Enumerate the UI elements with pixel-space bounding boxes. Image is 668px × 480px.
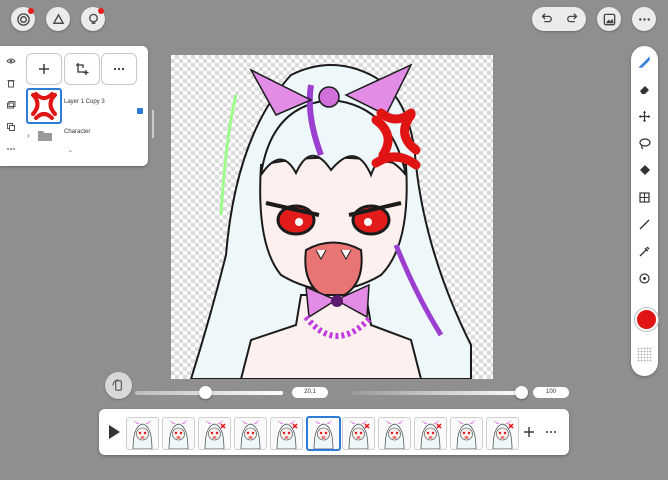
- lightbulb-icon: [88, 13, 98, 24]
- timeline-frame[interactable]: [306, 416, 341, 451]
- move-icon[interactable]: [636, 108, 653, 125]
- trash-icon[interactable]: [4, 76, 18, 90]
- plus-icon: [39, 64, 49, 74]
- add-layer-button[interactable]: [26, 53, 62, 85]
- play-icon[interactable]: [107, 424, 121, 440]
- add-group-button[interactable]: [64, 53, 100, 85]
- brush-size-value: 20.1: [292, 387, 328, 398]
- timeline-frame[interactable]: [126, 417, 159, 450]
- timeline-frame[interactable]: [270, 417, 303, 450]
- panel-scrollbar[interactable]: [152, 110, 154, 138]
- notification-dot: [28, 8, 34, 14]
- timeline-frame[interactable]: [162, 417, 195, 450]
- folder-icon: [38, 131, 52, 141]
- texture-icon[interactable]: [637, 347, 652, 362]
- timeline-frame[interactable]: [486, 417, 519, 450]
- more-icon[interactable]: [545, 429, 557, 435]
- layers-icon[interactable]: [4, 98, 18, 112]
- layer-name[interactable]: Layer 1 Copy 3: [64, 99, 105, 105]
- swirl-icon: [16, 12, 30, 26]
- layer-panel: Layer 1 Copy 3 › Character ⌃: [0, 46, 154, 166]
- plus-icon[interactable]: [523, 426, 535, 438]
- character-artwork: [189, 63, 472, 379]
- brush-size-knob[interactable]: [199, 386, 212, 399]
- timeline-frame[interactable]: [234, 417, 267, 450]
- more-icon: [638, 17, 650, 21]
- undo-icon[interactable]: [539, 12, 553, 26]
- timeline-frame[interactable]: [198, 417, 231, 450]
- crop-plus-icon: [76, 63, 89, 75]
- rotate-icon: [112, 379, 122, 391]
- timeline-frame[interactable]: [342, 417, 375, 450]
- undo-redo-group: [532, 7, 586, 31]
- anger-mark-thumbnail: [31, 92, 57, 120]
- image-icon: [603, 13, 615, 25]
- chevron-right-icon[interactable]: ›: [27, 131, 30, 140]
- lasso-icon[interactable]: [636, 135, 653, 152]
- timeline-frame[interactable]: [378, 417, 411, 450]
- actions-button[interactable]: [46, 7, 70, 31]
- eyedropper-icon[interactable]: [636, 243, 653, 260]
- opacity-value: 100: [533, 387, 569, 398]
- eraser-icon[interactable]: [636, 81, 653, 98]
- stamp-icon[interactable]: [636, 270, 653, 287]
- chevron-up-icon[interactable]: ⌃: [67, 149, 74, 158]
- color-swatch[interactable]: [635, 308, 658, 331]
- more-menu-button[interactable]: [632, 7, 656, 31]
- visibility-checkbox[interactable]: [137, 108, 143, 114]
- eye-icon[interactable]: [4, 54, 18, 68]
- tool-bar: [631, 46, 658, 376]
- timeline-frame[interactable]: [414, 417, 447, 450]
- wrench-icon: [52, 12, 64, 24]
- layer-more-button[interactable]: [101, 53, 137, 85]
- drawing-canvas[interactable]: [171, 55, 493, 379]
- ideas-button[interactable]: [81, 7, 105, 31]
- brush-icon[interactable]: [636, 54, 653, 71]
- reference-button[interactable]: [597, 7, 621, 31]
- layer-thumbnail[interactable]: [26, 88, 62, 124]
- notification-dot: [98, 8, 104, 14]
- transform-icon[interactable]: [636, 189, 653, 206]
- rotate-canvas-button[interactable]: [105, 372, 132, 399]
- animation-timeline: [99, 409, 569, 455]
- opacity-knob[interactable]: [515, 386, 528, 399]
- gallery-button[interactable]: [11, 7, 35, 31]
- more-icon: [113, 67, 125, 71]
- more-icon[interactable]: [4, 142, 18, 156]
- group-name[interactable]: Character: [64, 129, 90, 135]
- redo-icon[interactable]: [566, 12, 580, 26]
- fill-icon[interactable]: [636, 162, 653, 179]
- opacity-slider[interactable]: [352, 391, 524, 395]
- line-icon[interactable]: [636, 216, 653, 233]
- timeline-frame[interactable]: [450, 417, 483, 450]
- duplicate-icon[interactable]: [4, 120, 18, 134]
